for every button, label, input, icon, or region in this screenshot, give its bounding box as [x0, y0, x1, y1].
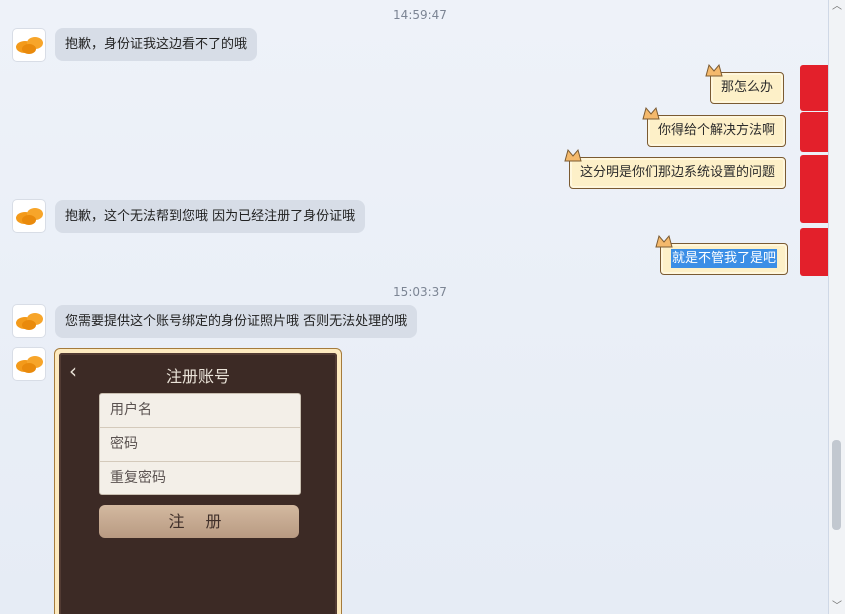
cat-ear-icon	[705, 63, 723, 77]
register-title: 注册账号	[165, 367, 230, 386]
timestamp: 14:59:47	[393, 8, 447, 22]
redaction-mark	[800, 65, 828, 111]
image-message[interactable]: ‹ 注册账号 用户名 密码 重复密码 注 册	[54, 348, 342, 614]
message-outgoing[interactable]: 这分明是你们那边系统设置的问题	[564, 148, 787, 189]
orange-avatar-icon	[16, 208, 43, 225]
redaction-mark	[800, 155, 828, 223]
avatar[interactable]	[13, 305, 45, 337]
message-text-selected[interactable]: 就是不管我了是吧	[671, 249, 778, 268]
message-outgoing[interactable]: 你得给个解决方法啊	[642, 106, 787, 147]
embedded-screenshot: ‹ 注册账号 用户名 密码 重复密码 注 册	[59, 353, 337, 614]
avatar[interactable]	[13, 29, 45, 61]
avatar[interactable]	[13, 200, 45, 232]
timestamp: 15:03:37	[393, 285, 447, 299]
username-field: 用户名	[100, 394, 300, 428]
message-text: 那怎么办	[721, 80, 774, 95]
message-text: 这分明是你们那边系统设置的问题	[580, 165, 776, 180]
message-outgoing[interactable]: 就是不管我了是吧	[655, 234, 789, 275]
register-form: 用户名 密码 重复密码	[99, 393, 301, 495]
message-incoming[interactable]: 抱歉，身份证我这边看不了的哦	[55, 28, 258, 61]
message-incoming[interactable]: 您需要提供这个账号绑定的身份证照片哦 否则无法处理的哦	[55, 305, 418, 338]
password-field: 密码	[100, 428, 300, 462]
redaction-mark	[800, 228, 828, 276]
register-button: 注 册	[99, 505, 299, 538]
repeat-password-field: 重复密码	[110, 470, 166, 486]
orange-avatar-icon	[16, 37, 43, 54]
orange-avatar-icon	[16, 313, 43, 330]
chevron-down-icon[interactable]: ﹀	[829, 600, 845, 614]
redaction-mark	[800, 112, 828, 152]
orange-avatar-icon	[16, 356, 43, 373]
cat-ear-icon	[564, 148, 582, 162]
message-outgoing[interactable]: 那怎么办	[705, 63, 785, 104]
avatar[interactable]	[13, 348, 45, 380]
vertical-scrollbar[interactable]: ︿ ﹀	[829, 0, 845, 614]
cat-ear-icon	[642, 106, 660, 120]
message-text: 你得给个解决方法啊	[658, 123, 776, 138]
cat-ear-icon	[655, 234, 673, 248]
message-incoming[interactable]: 抱歉，这个无法帮到您哦 因为已经注册了身份证哦	[55, 200, 366, 233]
chat-area: 14:59:47 抱歉，身份证我这边看不了的哦 那怎么办 你得给个解决方法啊 这…	[0, 0, 829, 614]
chevron-up-icon[interactable]: ︿	[829, 0, 845, 14]
scrollbar-thumb[interactable]	[832, 440, 841, 530]
